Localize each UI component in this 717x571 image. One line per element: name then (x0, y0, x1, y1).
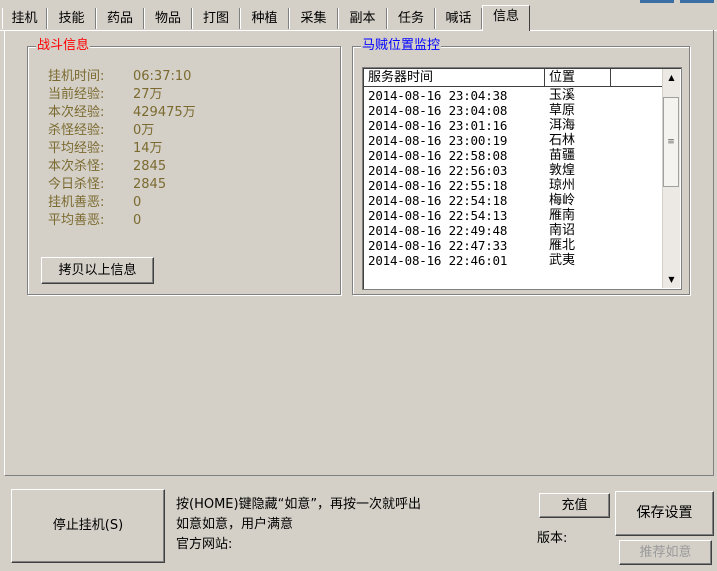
tab-fuben[interactable]: 副本 (338, 8, 387, 29)
column-header-place[interactable]: 位置 (545, 69, 611, 87)
stat-row: 本次杀怪: 2845 (48, 158, 166, 176)
bandit-location-list[interactable]: 服务器时间 位置 2014-08-16 23:04:38 玉溪 2014-08-1… (362, 67, 682, 290)
row-place: 玉溪 (549, 88, 576, 103)
window-caption-button[interactable] (680, 0, 714, 3)
row-time: 2014-08-16 22:54:18 (368, 193, 508, 208)
scroll-thumb[interactable]: ≡ (663, 97, 679, 187)
hint-line: 按(HOME)键隐藏“如意”，再按一次就呼出 (176, 497, 422, 512)
stat-row: 本次经验: 429475万 (48, 104, 196, 122)
stat-row: 挂机善恶: 0 (48, 194, 141, 212)
stat-label: 本次杀怪: (48, 159, 105, 174)
row-place: 草原 (549, 103, 576, 118)
tab-caiji[interactable]: 采集 (289, 8, 338, 29)
stat-value: 2845 (133, 159, 167, 174)
stat-label: 平均善恶: (48, 213, 105, 228)
tab-guaji[interactable]: 挂机 (2, 8, 47, 29)
stat-value: 2845 (133, 177, 167, 192)
recommend-button[interactable]: 推荐如意 (619, 540, 712, 565)
tab-strip: 挂机 技能 药品 物品 打图 种植 采集 副本 任务 喊话 信息 (0, 4, 717, 31)
row-time: 2014-08-16 22:49:48 (368, 223, 508, 238)
stat-value: 06:37:10 (133, 69, 192, 84)
stat-value: 429475万 (133, 105, 196, 120)
row-place: 石林 (549, 133, 576, 148)
tab-xinxi[interactable]: 信息 (482, 5, 530, 31)
row-time: 2014-08-16 22:47:33 (368, 238, 508, 253)
row-place: 雁北 (549, 238, 576, 253)
stat-value: 0 (133, 213, 142, 228)
tab-renwu[interactable]: 任务 (387, 8, 435, 29)
tab-datu[interactable]: 打图 (192, 8, 240, 29)
row-place: 梅岭 (549, 193, 576, 208)
stat-label: 今日杀怪: (48, 177, 105, 192)
row-place: 洱海 (549, 118, 576, 133)
stat-label: 当前经验: (48, 87, 105, 102)
tab-yaopin[interactable]: 药品 (96, 8, 144, 29)
column-header-time[interactable]: 服务器时间 (364, 69, 545, 87)
battle-info-group: 战斗信息 挂机时间: 06:37:10 当前经验: 27万 本次经验: 429475万… (27, 38, 341, 295)
list-scrollbar[interactable]: ▲ ≡ ▼ (662, 69, 680, 288)
stat-row: 平均经验: 14万 (48, 140, 163, 158)
row-place: 南诏 (549, 223, 576, 238)
scroll-down-icon[interactable]: ▼ (663, 271, 680, 288)
hint-line: 如意如意，用户满意 (176, 517, 294, 532)
row-time: 2014-08-16 23:04:38 (368, 88, 508, 103)
tab-zhongzhi[interactable]: 种植 (240, 8, 289, 29)
row-place: 琼州 (549, 178, 576, 193)
tab-wupin[interactable]: 物品 (144, 8, 192, 29)
row-time: 2014-08-16 22:56:03 (368, 163, 508, 178)
stat-label: 挂机善恶: (48, 195, 105, 210)
window-caption-button[interactable] (640, 0, 674, 3)
save-settings-button[interactable]: 保存设置 (615, 491, 714, 536)
row-place: 武夷 (549, 253, 576, 268)
battle-info-title: 战斗信息 (36, 38, 91, 54)
official-site-label: 官方网站: (176, 537, 233, 552)
stat-row: 挂机时间: 06:37:10 (48, 68, 191, 86)
row-time: 2014-08-16 23:04:08 (368, 103, 508, 118)
stat-row: 当前经验: 27万 (48, 86, 163, 104)
stat-value: 0 (133, 195, 142, 210)
copy-info-button[interactable]: 拷贝以上信息 (41, 257, 154, 284)
stop-hangup-button[interactable]: 停止挂机(S) (11, 489, 165, 563)
row-time: 2014-08-16 23:00:19 (368, 133, 508, 148)
row-place: 敦煌 (549, 163, 576, 178)
stat-label: 本次经验: (48, 105, 105, 120)
recharge-button[interactable]: 充值 (539, 493, 610, 518)
stat-row: 平均善恶: 0 (48, 212, 141, 230)
stat-label: 挂机时间: (48, 69, 105, 84)
row-place: 苗疆 (549, 148, 576, 163)
stat-label: 平均经验: (48, 141, 105, 156)
tab-hanhua[interactable]: 喊话 (435, 8, 482, 29)
stat-value: 0万 (133, 123, 155, 138)
column-header-extra[interactable] (611, 69, 663, 87)
bandit-monitor-group: 马贼位置监控 服务器时间 位置 2014-08-16 23:04:38 玉溪 20… (352, 38, 690, 295)
stat-row: 今日杀怪: 2845 (48, 176, 166, 194)
stat-value: 14万 (133, 141, 163, 156)
row-place: 雁南 (549, 208, 576, 223)
row-time: 2014-08-16 22:55:18 (368, 178, 508, 193)
stat-row: 杀怪经验: 0万 (48, 122, 154, 140)
row-time: 2014-08-16 23:01:16 (368, 118, 508, 133)
row-time: 2014-08-16 22:54:13 (368, 208, 508, 223)
stat-label: 杀怪经验: (48, 123, 105, 138)
version-label: 版本: (537, 531, 568, 546)
scroll-up-icon[interactable]: ▲ (663, 69, 680, 86)
stat-value: 27万 (133, 87, 163, 102)
row-time: 2014-08-16 22:58:08 (368, 148, 508, 163)
tab-jineng[interactable]: 技能 (47, 8, 96, 29)
bandit-monitor-title: 马贼位置监控 (361, 38, 442, 54)
row-time: 2014-08-16 22:46:01 (368, 253, 508, 268)
